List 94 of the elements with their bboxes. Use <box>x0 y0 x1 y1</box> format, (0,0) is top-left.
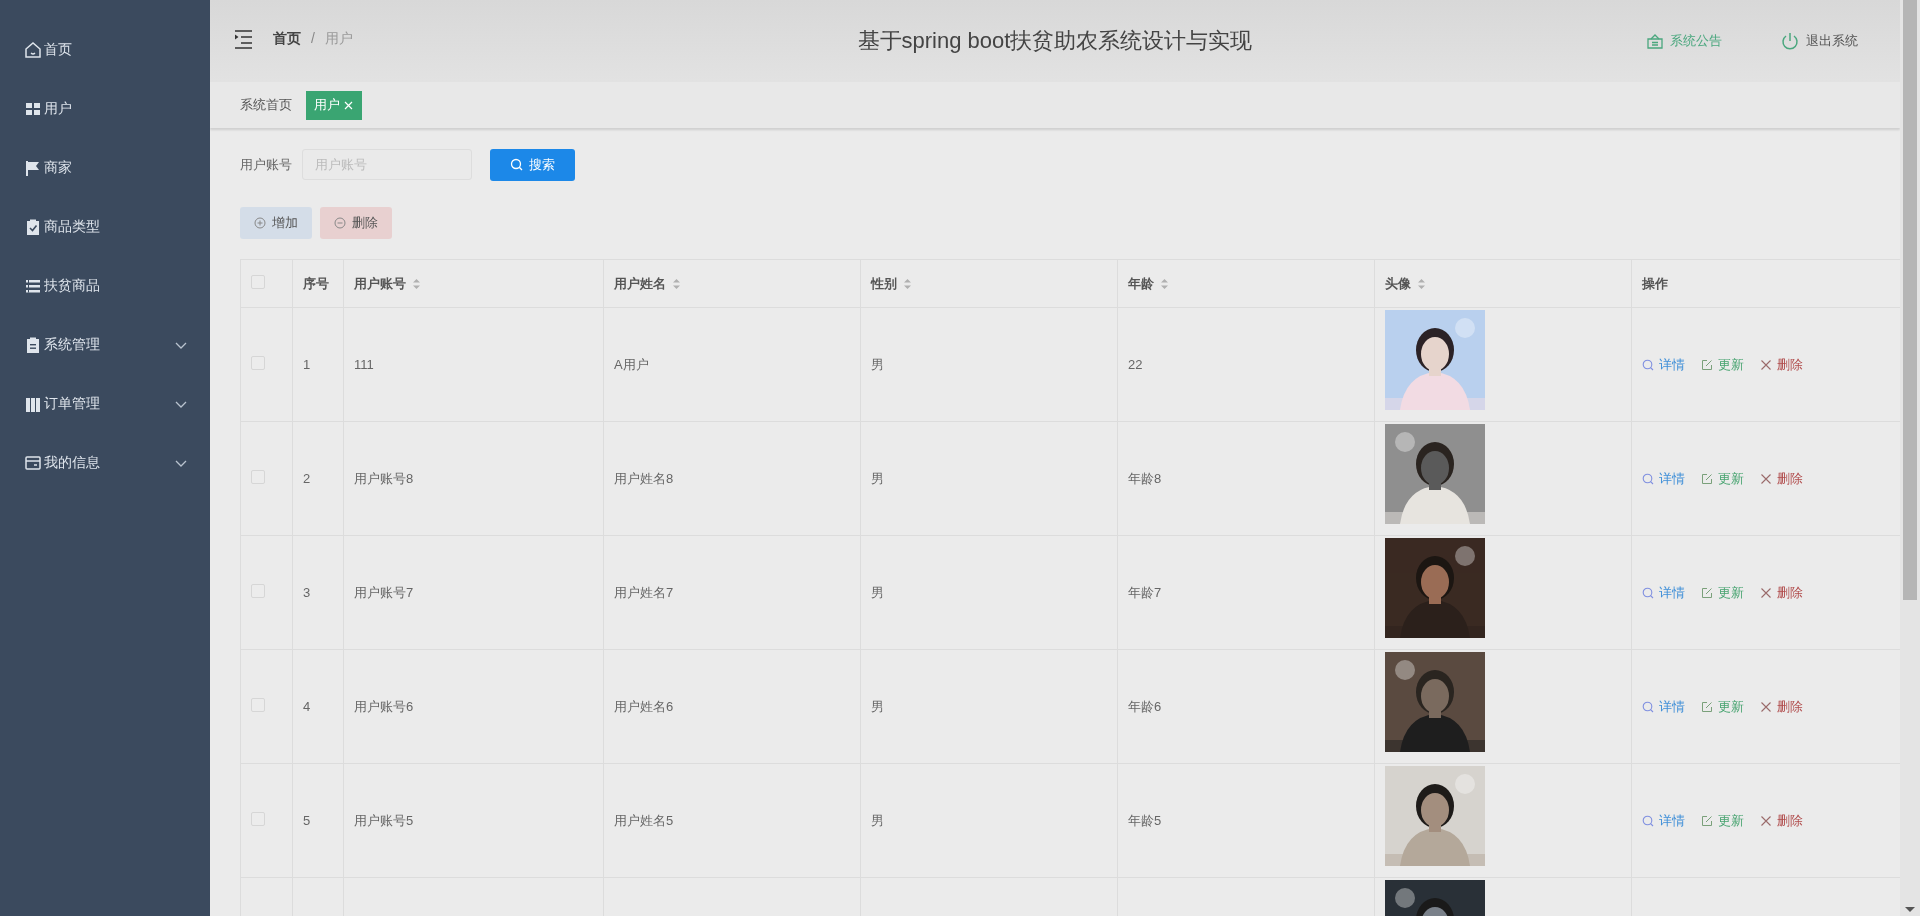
table-cell: 年龄5 <box>1117 763 1375 878</box>
sort-icon <box>903 277 912 290</box>
card-icon <box>24 453 42 472</box>
logout-link[interactable]: 退出系统 <box>1780 31 1858 51</box>
search-icon <box>510 158 523 171</box>
breadcrumb-item[interactable]: 首页 <box>273 30 301 48</box>
table-cell: 3 <box>292 535 344 650</box>
sidebar-item[interactable]: 扶贫商品 <box>0 256 210 315</box>
add-button[interactable]: 增加 <box>240 207 312 239</box>
table-cell: 用户姓名6 <box>603 649 861 764</box>
table-cell: 年龄6 <box>1117 649 1375 764</box>
sidebar-item[interactable]: 商家 <box>0 138 210 197</box>
breadcrumb-item: 用户 <box>324 30 353 48</box>
sidebar-item[interactable]: 商品类型 <box>0 197 210 256</box>
column-header[interactable]: 头像 <box>1374 259 1632 308</box>
sort-icon <box>1160 277 1169 290</box>
search-icon <box>1642 814 1654 827</box>
table-cell: 2 <box>292 421 344 536</box>
field-label: 用户账号 <box>240 155 292 174</box>
sidebar-item[interactable]: 我的信息 <box>0 433 210 492</box>
delete-link[interactable]: 删除 <box>1760 811 1803 830</box>
edit-icon <box>1701 472 1713 485</box>
close-icon <box>1760 358 1772 371</box>
table-cell: 用户账号5 <box>343 763 604 878</box>
table-cell: 用户姓名7 <box>603 535 861 650</box>
table-cell: 4 <box>292 649 344 764</box>
search-button[interactable]: 搜索 <box>490 148 575 181</box>
table-cell: 用户姓名8 <box>603 421 861 536</box>
table-cell: 男 <box>860 763 1118 878</box>
detail-link[interactable]: 详情 <box>1642 583 1685 602</box>
table-cell: 用户账号6 <box>343 649 604 764</box>
delete-link[interactable]: 删除 <box>1760 469 1803 488</box>
sort-icon <box>412 277 421 290</box>
scroll-down-icon <box>1905 907 1915 912</box>
search-icon <box>1642 358 1654 371</box>
table-cell: 男 <box>860 307 1118 422</box>
delete-link[interactable]: 删除 <box>1760 697 1803 716</box>
clipboard-icon <box>24 335 42 354</box>
close-icon <box>343 99 354 111</box>
menu-icon <box>234 28 253 50</box>
close-icon <box>1760 472 1772 485</box>
table-cell: 1 <box>292 307 344 422</box>
table-cell: 年龄8 <box>1117 421 1375 536</box>
table-cell: 用户账号8 <box>343 421 604 536</box>
column-header[interactable]: 用户账号 <box>343 259 604 308</box>
edit-icon <box>1701 358 1713 371</box>
detail-link[interactable]: 详情 <box>1642 811 1685 830</box>
detail-link[interactable]: 详情 <box>1642 469 1685 488</box>
sidebar-item[interactable]: 系统管理 <box>0 315 210 374</box>
detail-link[interactable]: 详情 <box>1642 355 1685 374</box>
tab[interactable]: 用户 <box>306 90 362 120</box>
table-cell: 22 <box>1117 307 1375 422</box>
column-header[interactable]: 用户姓名 <box>603 259 861 308</box>
table-cell: 年龄7 <box>1117 535 1375 650</box>
sidebar-item[interactable]: 用户 <box>0 79 210 138</box>
home-icon <box>24 40 42 59</box>
edit-icon <box>1701 814 1713 827</box>
sidebar-item[interactable]: 首页 <box>0 20 210 79</box>
close-icon <box>1760 586 1772 599</box>
delete-button[interactable]: 删除 <box>320 207 392 239</box>
table-cell: 111 <box>343 307 604 422</box>
sort-icon <box>672 277 681 290</box>
clipboard-check-icon <box>24 217 42 236</box>
column-header[interactable]: 性别 <box>860 259 1118 308</box>
table-cell: A用户 <box>603 307 861 422</box>
search-icon <box>1642 472 1654 485</box>
search-icon <box>1642 586 1654 599</box>
power-icon <box>1780 31 1800 51</box>
app-title: 基于spring boot扶贫助农系统设计与实现 <box>857 27 1253 55</box>
edit-icon <box>1701 586 1713 599</box>
table-cell: 用户姓名5 <box>603 763 861 878</box>
table-cell: 男 <box>860 649 1118 764</box>
table-cell: 5 <box>292 763 344 878</box>
search-icon <box>1642 700 1654 713</box>
sidebar-item[interactable]: 订单管理 <box>0 374 210 433</box>
notice-board-icon <box>1646 32 1664 50</box>
detail-link[interactable]: 详情 <box>1642 697 1685 716</box>
table-cell: 男 <box>860 535 1118 650</box>
minus-circle-icon <box>334 217 346 229</box>
plus-circle-icon <box>254 217 266 229</box>
scrollbar-thumb[interactable] <box>1903 0 1917 600</box>
close-icon <box>1760 814 1772 827</box>
tab[interactable]: 系统首页 <box>240 90 300 120</box>
sort-icon <box>1417 277 1426 290</box>
delete-link[interactable]: 删除 <box>1760 355 1803 374</box>
flag-icon <box>24 158 42 177</box>
table-cell: 用户账号7 <box>343 535 604 650</box>
close-icon <box>1760 700 1772 713</box>
table-cell: 男 <box>860 421 1118 536</box>
breadcrumb-separator: / <box>311 30 315 48</box>
column-header[interactable]: 年龄 <box>1117 259 1375 308</box>
delete-link[interactable]: 删除 <box>1760 583 1803 602</box>
edit-icon <box>1701 700 1713 713</box>
column-header: 序号 <box>292 259 344 308</box>
